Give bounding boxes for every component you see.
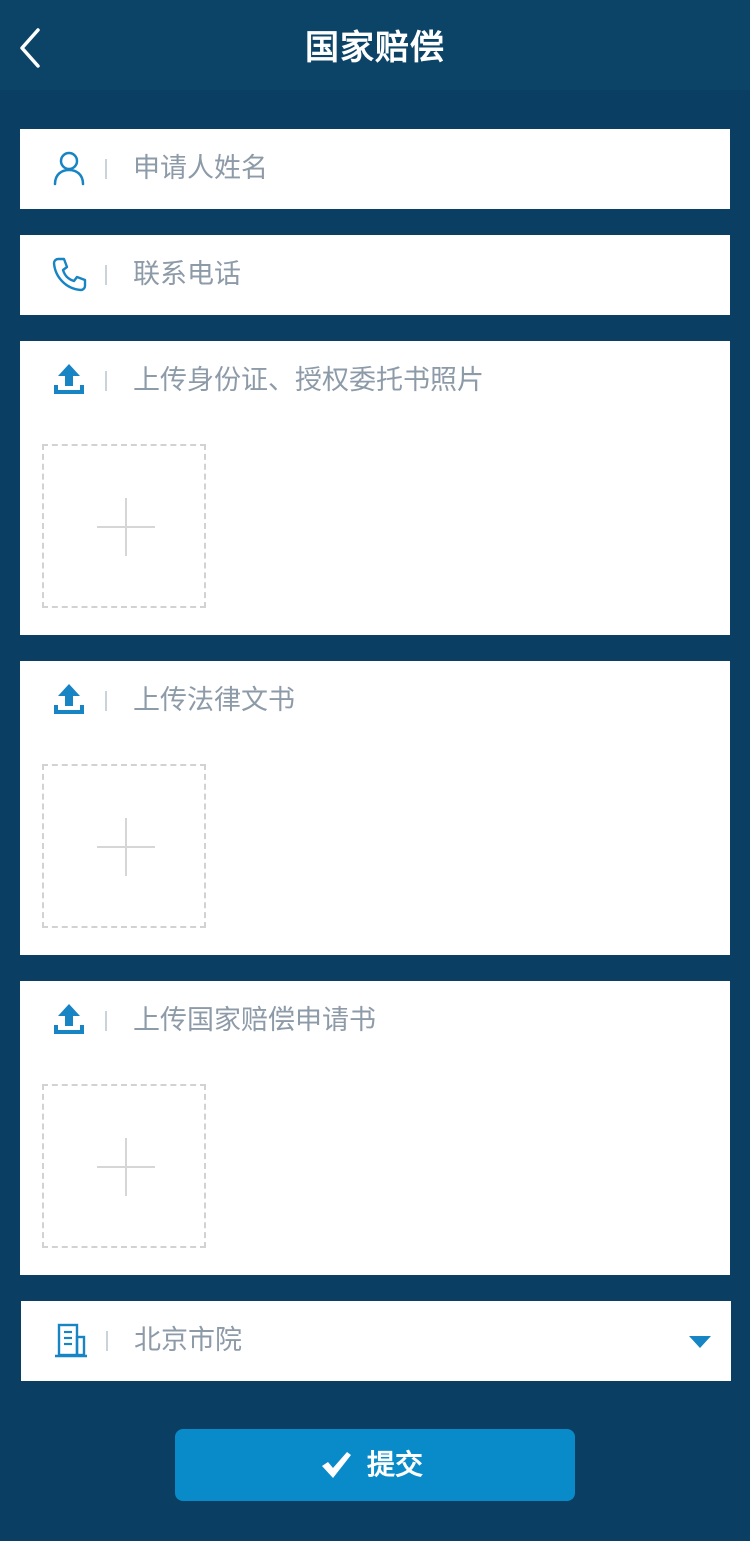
field-divider xyxy=(105,159,107,179)
add-photo-button[interactable] xyxy=(42,1084,206,1248)
phone-input[interactable]: 联系电话 xyxy=(133,235,241,315)
applicant-name-field[interactable]: 申请人姓名 xyxy=(20,129,730,209)
upload-label: 上传国家赔偿申请书 xyxy=(133,1005,376,1036)
phone-field[interactable]: 联系电话 xyxy=(20,235,730,315)
user-icon xyxy=(53,151,85,186)
upload-section-id-authorization: 上传身份证、授权委托书照片 xyxy=(20,341,730,635)
upload-section-legal-documents: 上传法律文书 xyxy=(20,661,730,955)
building-icon xyxy=(55,1323,87,1358)
caret-down-icon[interactable] xyxy=(689,1336,711,1348)
upload-icon xyxy=(54,684,84,714)
upload-label: 上传法律文书 xyxy=(133,685,295,716)
field-divider xyxy=(105,691,107,711)
page-title: 国家赔偿 xyxy=(305,28,445,68)
upload-label: 上传身份证、授权委托书照片 xyxy=(133,365,484,396)
submit-label: 提交 xyxy=(367,1448,424,1481)
field-divider xyxy=(105,371,107,391)
check-icon xyxy=(322,1452,351,1478)
court-select-value: 北京市院 xyxy=(134,1325,242,1356)
add-photo-button[interactable] xyxy=(42,444,206,608)
upload-icon xyxy=(54,364,84,394)
applicant-name-input[interactable]: 申请人姓名 xyxy=(133,129,268,209)
submit-button[interactable]: 提交 xyxy=(175,1429,575,1501)
field-divider xyxy=(105,1011,107,1031)
upload-section-compensation-application: 上传国家赔偿申请书 xyxy=(20,981,730,1275)
court-select[interactable]: 北京市院 xyxy=(21,1301,731,1381)
upload-icon xyxy=(54,1004,84,1034)
field-divider xyxy=(105,265,107,285)
field-divider xyxy=(106,1331,108,1351)
add-photo-button[interactable] xyxy=(42,764,206,928)
phone-icon xyxy=(52,257,87,292)
header-bar: 国家赔偿 xyxy=(0,0,750,90)
